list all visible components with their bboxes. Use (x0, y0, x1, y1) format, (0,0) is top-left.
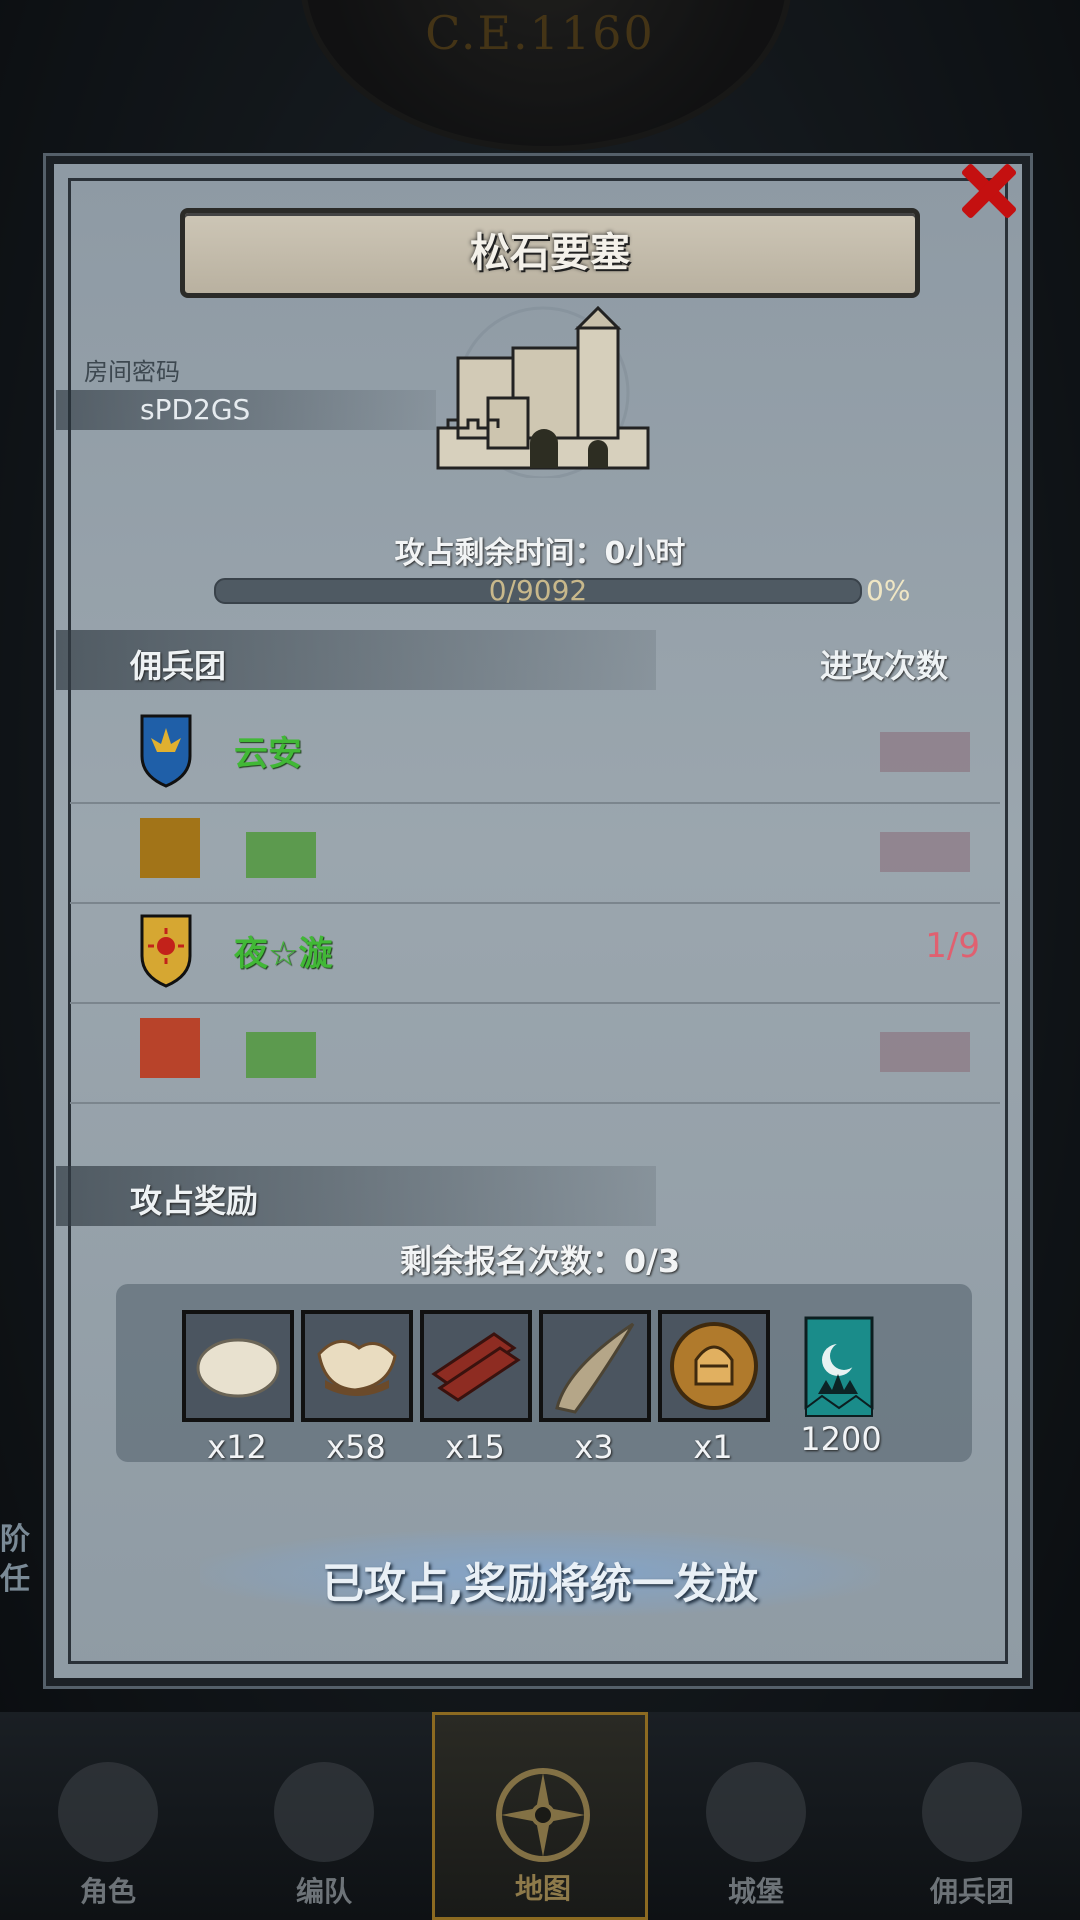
fur-icon (182, 1310, 294, 1422)
nav-label: 角色 (79, 1875, 136, 1908)
mercenary-row[interactable]: 云安 (70, 702, 1000, 804)
progress-text: 0/9092 (488, 574, 588, 607)
reward-quantity: x3 (574, 1428, 614, 1466)
horn-icon (539, 1310, 651, 1422)
mercenary-row[interactable] (70, 802, 1000, 904)
remaining-signups: 剩余报名次数：0/3 (399, 1242, 681, 1280)
nav-label: 地图 (514, 1872, 571, 1905)
mercenary-name: 夜☆漩 (234, 934, 333, 974)
fortress-castle-icon (436, 305, 650, 478)
pixelated-count (880, 1032, 970, 1072)
knight-helmet-coin-icon (658, 1310, 770, 1422)
reward-item[interactable]: x58 (301, 1310, 413, 1466)
blue-fleur-shield-icon (140, 714, 192, 788)
room-password-label: 房间密码 (84, 358, 180, 386)
title-banner: 松石要塞 (180, 208, 920, 298)
capture-time-remaining: 攻占剩余时间：0小时 (394, 536, 686, 571)
mercenary-row[interactable] (70, 1002, 1000, 1104)
knight-icon (58, 1762, 158, 1862)
mercenary-row[interactable]: 夜☆漩 1/9 (70, 902, 1000, 1004)
capture-status-text: 已攻占,奖励将统一发放 (322, 1559, 758, 1608)
capture-reward-label: 攻占奖励 (130, 1182, 259, 1220)
attack-count-column-header: 进攻次数 (820, 647, 949, 685)
sun-shield-icon (140, 914, 192, 988)
nav-tab-formation[interactable]: 编队 (216, 1712, 432, 1920)
room-code[interactable]: sPD2GS (140, 390, 250, 430)
attack-count: 1/9 (925, 926, 980, 966)
reward-quantity: x12 (207, 1428, 267, 1466)
castle-icon (706, 1762, 806, 1862)
nav-label: 城堡 (727, 1875, 784, 1908)
banner-icon[interactable] (804, 1316, 874, 1418)
pixelated-name (246, 1032, 316, 1078)
reward-item[interactable]: x15 (420, 1310, 532, 1466)
pixelated-name (246, 832, 316, 878)
wood-planks-icon (420, 1310, 532, 1422)
leather-icon (301, 1310, 413, 1422)
banner-quantity-wrap: 1200 (786, 1414, 896, 1458)
pixelated-count (880, 732, 970, 772)
reward-item[interactable]: x3 (539, 1310, 651, 1466)
nav-tab-map[interactable]: 地图 (432, 1712, 648, 1920)
reward-item[interactable]: x1 (658, 1310, 770, 1466)
nav-label: 佣兵团 (929, 1875, 1014, 1908)
orange-shield-icon (140, 818, 200, 878)
red-shield-icon (140, 1018, 200, 1078)
reward-item[interactable]: x12 (182, 1310, 294, 1466)
nav-tab-castle[interactable]: 城堡 (648, 1712, 864, 1920)
pixelated-count (880, 832, 970, 872)
nav-tab-mercenary[interactable]: 佣兵团 (864, 1712, 1080, 1920)
mercenary-icon (922, 1762, 1022, 1862)
bottom-nav: 角色 编队 地图 城堡 佣兵团 (0, 1712, 1080, 1920)
nav-tab-character[interactable]: 角色 (0, 1712, 216, 1920)
dialog-title: 松石要塞 (470, 230, 630, 276)
helmet-icon (274, 1762, 374, 1862)
mercenary-column-header: 佣兵团 (130, 647, 227, 685)
reward-quantity: 1200 (800, 1420, 882, 1458)
progress-percent: 0% (866, 574, 911, 607)
compass-icon (496, 1768, 590, 1862)
nav-label: 编队 (295, 1875, 352, 1908)
reward-quantity: x15 (445, 1428, 505, 1466)
reward-quantity: x58 (326, 1428, 386, 1466)
mercenary-name: 云安 (234, 734, 302, 774)
close-icon[interactable] (948, 150, 1028, 230)
reward-quantity: x1 (693, 1428, 733, 1466)
